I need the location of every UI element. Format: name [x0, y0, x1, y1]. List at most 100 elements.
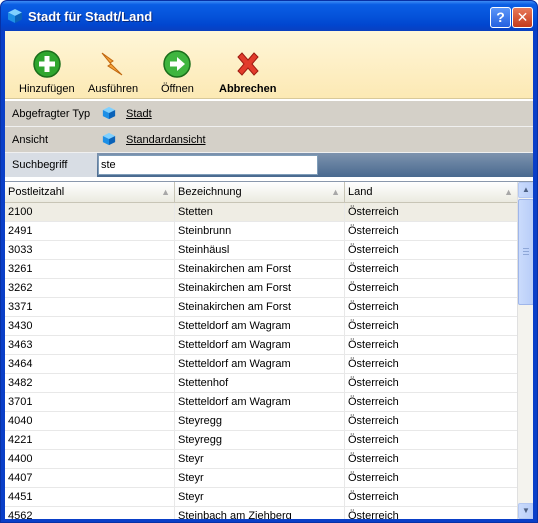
table-cell: Österreich [348, 358, 399, 370]
table-cell: Steinakirchen am Forst [175, 298, 345, 317]
table-cell: 2100 [5, 203, 175, 222]
column-header-bezeichnung[interactable]: Bezeichnung ▲ [175, 182, 345, 203]
table-cell: Österreich [348, 225, 399, 237]
table-cell: Österreich [348, 301, 399, 313]
table-cell: 4400 [5, 450, 175, 469]
type-link[interactable]: Stadt [126, 108, 152, 120]
add-button[interactable]: Hinzufügen [19, 49, 75, 95]
table-cell: Österreich [348, 415, 399, 427]
table-cell: Steyr [175, 488, 345, 507]
table-cell: Stettenhof [175, 374, 345, 393]
column-label: Land [348, 186, 373, 198]
open-button[interactable]: Öffnen [161, 49, 194, 95]
table-row[interactable]: 4221 Steyregg Österreich [5, 431, 517, 450]
table-row[interactable]: 4562 Steinbach am Ziehberg Österreich [5, 507, 517, 519]
table-cell: 3262 [5, 279, 175, 298]
table-row[interactable]: 2100 Stetten Österreich [5, 203, 517, 222]
table-cell: 4562 [5, 507, 175, 519]
results-grid: Postleitzahl ▲ Bezeichnung ▲ Land ▲ 2100… [5, 181, 533, 519]
column-header-postleitzahl[interactable]: Postleitzahl ▲ [5, 182, 175, 203]
vertical-scrollbar[interactable]: ▲ ▼ [517, 182, 533, 519]
table-cell: Steinbrunn [175, 222, 345, 241]
table-cell: 3463 [5, 336, 175, 355]
search-row: Suchbegriff [5, 153, 533, 177]
view-link[interactable]: Standardansicht [126, 134, 206, 146]
view-row: Ansicht Standardansicht [5, 127, 533, 153]
scroll-up-icon[interactable]: ▲ [518, 182, 533, 198]
table-cell: Steyr [175, 450, 345, 469]
cube-icon [8, 9, 22, 23]
table-cell: Österreich [348, 396, 399, 408]
execute-label: Ausführen [88, 83, 139, 95]
table-cell: 3033 [5, 241, 175, 260]
plus-circle-icon [33, 50, 61, 78]
table-cell: Österreich [348, 263, 399, 275]
table-cell: Stetteldorf am Wagram [175, 317, 345, 336]
table-cell: Steinbach am Ziehberg [175, 507, 345, 519]
open-label: Öffnen [161, 83, 194, 95]
table-cell: Österreich [348, 206, 399, 218]
table-row[interactable]: 3464 Stetteldorf am Wagram Österreich [5, 355, 517, 374]
toolbar: Hinzufügen Ausführen Öffnen Abbrechen [5, 31, 533, 99]
table-row[interactable]: 3701 Stetteldorf am Wagram Österreich [5, 393, 517, 412]
cancel-button[interactable]: Abbrechen [219, 49, 276, 95]
table-row[interactable]: 3430 Stetteldorf am Wagram Österreich [5, 317, 517, 336]
dialog-client: Hinzufügen Ausführen Öffnen Abbrechen Ab… [5, 31, 533, 519]
table-row[interactable]: 4400 Steyr Österreich [5, 450, 517, 469]
x-icon [237, 52, 259, 76]
table-row[interactable]: 4407 Steyr Österreich [5, 469, 517, 488]
title-bar[interactable]: Stadt für Stadt/Land ? ✕ [1, 1, 537, 31]
table-cell: Österreich [348, 320, 399, 332]
table-cell: 4451 [5, 488, 175, 507]
help-button[interactable]: ? [490, 7, 511, 28]
arrow-right-circle-icon [163, 50, 192, 78]
type-row: Abgefragter Typ Stadt [5, 101, 533, 127]
sort-icon: ▲ [331, 187, 340, 197]
table-row[interactable]: 2491 Steinbrunn Österreich [5, 222, 517, 241]
table-row[interactable]: 3033 Steinhäusl Österreich [5, 241, 517, 260]
table-cell: 4407 [5, 469, 175, 488]
table-row[interactable]: 4451 Steyr Österreich [5, 488, 517, 507]
table-cell: Österreich [348, 282, 399, 294]
table-cell: Stetteldorf am Wagram [175, 336, 345, 355]
type-label: Abgefragter Typ [12, 108, 91, 120]
cube-icon [102, 132, 116, 146]
add-label: Hinzufügen [19, 83, 75, 95]
table-cell: 3430 [5, 317, 175, 336]
table-row[interactable]: 3371 Steinakirchen am Forst Österreich [5, 298, 517, 317]
sort-icon: ▲ [161, 187, 170, 197]
search-label: Suchbegriff [5, 153, 97, 177]
scroll-down-icon[interactable]: ▼ [518, 503, 533, 519]
table-cell: Steinhäusl [175, 241, 345, 260]
table-cell: Österreich [348, 453, 399, 465]
table-cell: Österreich [348, 244, 399, 256]
table-cell: 3261 [5, 260, 175, 279]
column-label: Postleitzahl [8, 186, 65, 198]
table-cell: Stetteldorf am Wagram [175, 393, 345, 412]
lightning-icon [101, 52, 123, 76]
search-input[interactable] [98, 155, 318, 175]
table-row[interactable]: 3482 Stettenhof Österreich [5, 374, 517, 393]
table-cell: 4221 [5, 431, 175, 450]
grip-icon [523, 248, 529, 255]
table-cell: 3701 [5, 393, 175, 412]
table-row[interactable]: 4040 Steyregg Österreich [5, 412, 517, 431]
scroll-thumb[interactable] [518, 199, 533, 305]
window-title: Stadt für Stadt/Land [28, 9, 153, 24]
table-row[interactable]: 3261 Steinakirchen am Forst Österreich [5, 260, 517, 279]
table-cell: Steinakirchen am Forst [175, 279, 345, 298]
grid-header: Postleitzahl ▲ Bezeichnung ▲ Land ▲ [5, 182, 517, 203]
close-button[interactable]: ✕ [512, 7, 533, 28]
table-cell: Österreich [348, 339, 399, 351]
table-cell: Steinakirchen am Forst [175, 260, 345, 279]
cancel-label: Abbrechen [219, 83, 277, 95]
grid-body: 2100 Stetten Österreich 2491 Steinbrunn Öster… [5, 203, 517, 519]
table-cell: Steyr [175, 469, 345, 488]
sort-icon: ▲ [504, 187, 513, 197]
table-cell: Österreich [348, 472, 399, 484]
execute-button[interactable]: Ausführen [88, 49, 138, 95]
column-header-land[interactable]: Land ▲ [345, 182, 517, 203]
table-cell: Österreich [348, 510, 399, 519]
table-row[interactable]: 3262 Steinakirchen am Forst Österreich [5, 279, 517, 298]
table-row[interactable]: 3463 Stetteldorf am Wagram Österreich [5, 336, 517, 355]
